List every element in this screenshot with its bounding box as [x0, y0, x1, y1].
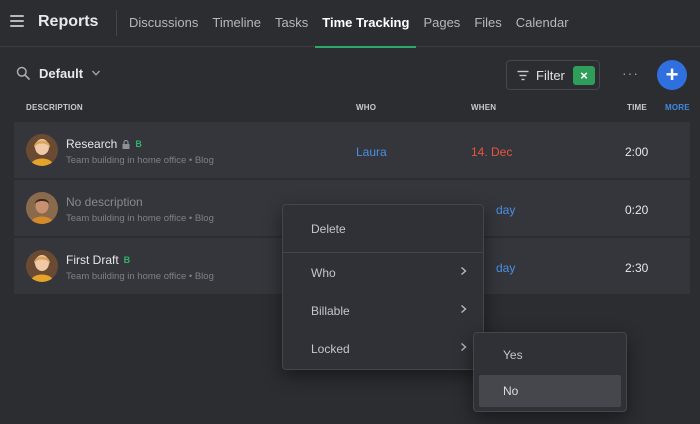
time-value[interactable]: 0:20 [625, 203, 648, 217]
entry-title-text: No description [66, 195, 143, 209]
entry-title-text: Research [66, 137, 118, 151]
when-date[interactable]: day [496, 261, 515, 275]
add-entry-button[interactable]: + [657, 60, 687, 90]
tab-calendar[interactable]: Calendar [509, 0, 576, 47]
chevron-down-icon[interactable] [91, 68, 101, 78]
when-date[interactable]: day [496, 203, 515, 217]
submenu-item-label: No [503, 384, 519, 398]
avatar [26, 250, 58, 282]
menu-item-label: Billable [311, 304, 350, 318]
submenu-item-yes[interactable]: Yes [479, 339, 621, 371]
when-date[interactable]: 14. Dec [471, 145, 512, 159]
entry-subtitle: Team building in home office • Blog [66, 271, 214, 282]
submenu-item-label: Yes [503, 348, 523, 362]
menu-item-delete[interactable]: Delete [283, 211, 483, 247]
tab-tasks[interactable]: Tasks [268, 0, 315, 47]
entry-title: First Draft B [66, 253, 130, 267]
who-link[interactable]: Laura [356, 145, 387, 159]
top-bar: Reports Discussions Timeline Tasks Time … [0, 0, 700, 48]
menu-item-who[interactable]: Who [283, 255, 483, 291]
billable-badge: B [123, 255, 131, 265]
column-header-when: WHEN [471, 103, 497, 112]
table-row[interactable]: Research B Team building in home office … [14, 122, 690, 179]
billable-badge: B [135, 139, 142, 149]
nav-tabs: Discussions Timeline Tasks Time Tracking… [122, 0, 576, 48]
column-header-time: TIME [627, 103, 647, 112]
context-menu: Delete Who Billable Locked [282, 204, 484, 370]
menu-item-billable[interactable]: Billable [283, 293, 483, 329]
entry-title-text: First Draft [66, 253, 119, 267]
menu-item-label: Locked [311, 342, 350, 356]
filter-button[interactable]: Filter × [506, 60, 600, 90]
menu-item-locked[interactable]: Locked [283, 331, 483, 367]
entry-subtitle: Team building in home office • Blog [66, 213, 214, 224]
tab-files[interactable]: Files [467, 0, 508, 47]
menu-divider [283, 252, 483, 253]
app-title: Reports [38, 13, 99, 30]
entry-subtitle: Team building in home office • Blog [66, 155, 214, 166]
clear-filter-button[interactable]: × [573, 66, 595, 85]
menu-item-label: Who [311, 266, 336, 280]
filter-icon [517, 70, 529, 81]
chevron-right-icon [461, 266, 467, 276]
header-divider [116, 10, 117, 36]
more-options-icon[interactable]: ··· [622, 65, 640, 83]
avatar [26, 134, 58, 166]
hamburger-icon[interactable] [10, 15, 24, 29]
avatar [26, 192, 58, 224]
filter-label: Filter [536, 68, 565, 83]
column-header-description: DESCRIPTION [26, 103, 83, 112]
more-columns-link[interactable]: MORE [665, 103, 690, 112]
entry-title: Research B [66, 137, 142, 151]
view-selector[interactable]: Default [39, 66, 83, 81]
tab-time-tracking[interactable]: Time Tracking [315, 0, 417, 48]
time-value[interactable]: 2:00 [625, 145, 648, 159]
chevron-right-icon [461, 342, 467, 352]
column-header-who: WHO [356, 103, 377, 112]
lock-icon [122, 139, 130, 149]
submenu-item-no[interactable]: No [479, 375, 621, 407]
tab-timeline[interactable]: Timeline [205, 0, 268, 47]
chevron-right-icon [461, 304, 467, 314]
search-icon[interactable] [16, 66, 30, 80]
time-value[interactable]: 2:30 [625, 261, 648, 275]
menu-item-label: Delete [311, 222, 346, 236]
tab-pages[interactable]: Pages [416, 0, 467, 47]
locked-submenu: Yes No [473, 332, 627, 412]
tab-discussions[interactable]: Discussions [122, 0, 205, 47]
entry-title: No description [66, 195, 143, 209]
